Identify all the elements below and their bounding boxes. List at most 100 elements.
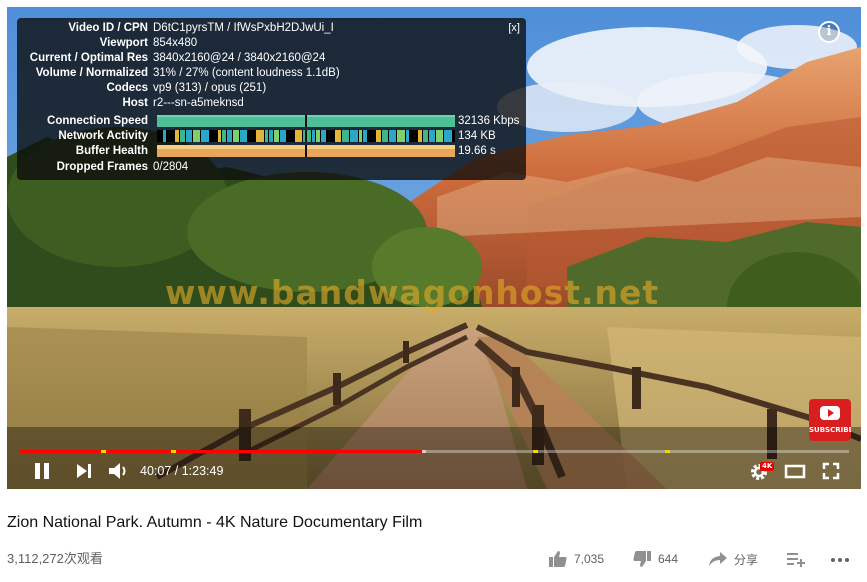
stats-label: Viewport [99,37,148,49]
network-graph-bar [265,130,268,142]
stats-row: Volume / Normalized 31% / 27% (content l… [17,67,526,82]
video-title: Zion National Park. Autumn - 4K Nature D… [7,514,423,531]
stats-value: 0/2804 [153,161,189,173]
network-graph-bar [423,130,428,142]
network-graph-bar [312,130,315,142]
dislike-count: 644 [658,552,679,566]
dislike-button[interactable]: 644 [632,550,678,568]
network-graph-bar [193,130,200,142]
more-actions-button[interactable] [830,550,856,568]
network-graph-bar [436,130,443,142]
network-graph-bar [227,130,232,142]
network-graph-bar [444,130,452,142]
stats-value: vp9 (313) / opus (251) [153,82,267,94]
stats-label: Connection Speed [47,115,148,127]
stats-graph-row: Connection Speed 32136 Kbps [17,114,526,129]
chapter-marker [665,450,670,453]
stats-value: r2---sn-a5meknsd [153,97,244,109]
playlist-add-icon [787,553,805,567]
stats-label: Current / Optimal Res [29,52,148,64]
stats-label: Buffer Health [75,145,148,157]
network-graph-bar [222,130,226,142]
info-button[interactable]: i [818,21,840,43]
stats-value: 134 KB [458,130,496,142]
page: www.bandwagonhost.net i SUBSCRIBE [x] Vi… [0,0,867,582]
theater-mode-button[interactable] [784,459,806,483]
share-button[interactable]: 分享 [708,550,758,568]
stats-value: 854x480 [153,37,198,49]
network-graph-bar [382,130,388,142]
network-graph-bar [269,130,273,142]
watermark-text: www.bandwagonhost.net [165,273,660,312]
network-graph-bar [359,130,362,142]
network-graph-bar [316,130,320,142]
like-count: 7,035 [574,552,605,566]
quality-badge: 4K [760,462,775,471]
network-graph-bar [321,130,326,142]
stats-row: Dropped Frames 0/2804 [17,160,526,175]
thumbs-down-icon [633,551,651,567]
network-graph-bar [342,130,349,142]
save-to-playlist-button[interactable] [786,550,812,568]
network-graph-bar [418,130,422,142]
network-graph-bar [389,130,396,142]
stats-for-nerds-panel: [x] Video ID / CPN D6tC1pyrsTM / IfWsPxb… [17,18,526,180]
stats-value: 19.66 s [458,145,496,157]
stats-graph-row: Buffer Health 19.66 s [17,144,526,159]
network-graph-bar [274,130,279,142]
stats-label: Dropped Frames [56,161,148,173]
progress-played [19,450,423,453]
stats-label: Host [122,97,148,109]
stats-row: Viewport 854x480 [17,37,526,52]
stats-label: Video ID / CPN [68,22,148,34]
more-horizontal-icon [831,558,849,562]
subscribe-badge[interactable]: SUBSCRIBE [809,399,851,441]
network-graph-bar [429,130,435,142]
thumbs-up-icon [549,551,567,567]
like-button[interactable]: 7,035 [548,550,604,568]
skip-next-icon [77,464,91,478]
network-graph-bar [280,130,286,142]
network-activity-graph [157,130,455,142]
stats-label: Network Activity [58,130,148,142]
fullscreen-button[interactable] [821,459,841,483]
chapter-marker [533,450,538,453]
progress-bar[interactable] [19,450,849,453]
video-player[interactable]: www.bandwagonhost.net i SUBSCRIBE [x] Vi… [7,7,861,489]
pause-icon [35,463,49,479]
buffer-health-graph [157,145,455,157]
network-graph-bar [256,130,264,142]
network-graph-bar [376,130,381,142]
network-graph-bar [397,130,405,142]
network-graph-bar [335,130,341,142]
time-display: 40:07 / 1:23:49 [140,464,224,478]
pause-button[interactable] [32,459,52,483]
stats-label: Codecs [106,82,148,94]
network-graph-bar [180,130,185,142]
share-label: 分享 [734,552,759,567]
network-graph-bar [363,130,367,142]
stats-value: 31% / 27% (content loudness 1.1dB) [153,67,340,79]
chapter-marker [101,450,106,453]
stats-value: D6tC1pyrsTM / IfWsPxbH2DJwUi_I [153,22,334,34]
network-graph-bar [240,130,247,142]
stats-row: Host r2---sn-a5meknsd [17,97,526,112]
network-graph-bar [175,130,179,142]
network-graph-bar [350,130,358,142]
view-count: 3,112,272次观看 [7,551,103,566]
stats-label: Volume / Normalized [35,67,148,79]
network-graph-bar [295,130,302,142]
volume-button[interactable] [107,459,129,483]
network-graph-bar [406,130,409,142]
next-button[interactable] [74,459,94,483]
connection-speed-graph [157,115,455,127]
stats-row: Video ID / CPN D6tC1pyrsTM / IfWsPxbH2DJ… [17,22,526,37]
network-graph-bar [186,130,192,142]
stats-graph-row: Network Activity 134 KB [17,129,526,144]
chapter-marker [171,450,176,453]
theater-mode-icon [784,464,806,479]
subscribe-label: SUBSCRIBE [809,426,851,434]
network-graph-bar [233,130,239,142]
network-graph-bar [201,130,209,142]
stats-value: 3840x2160@24 / 3840x2160@24 [153,52,326,64]
